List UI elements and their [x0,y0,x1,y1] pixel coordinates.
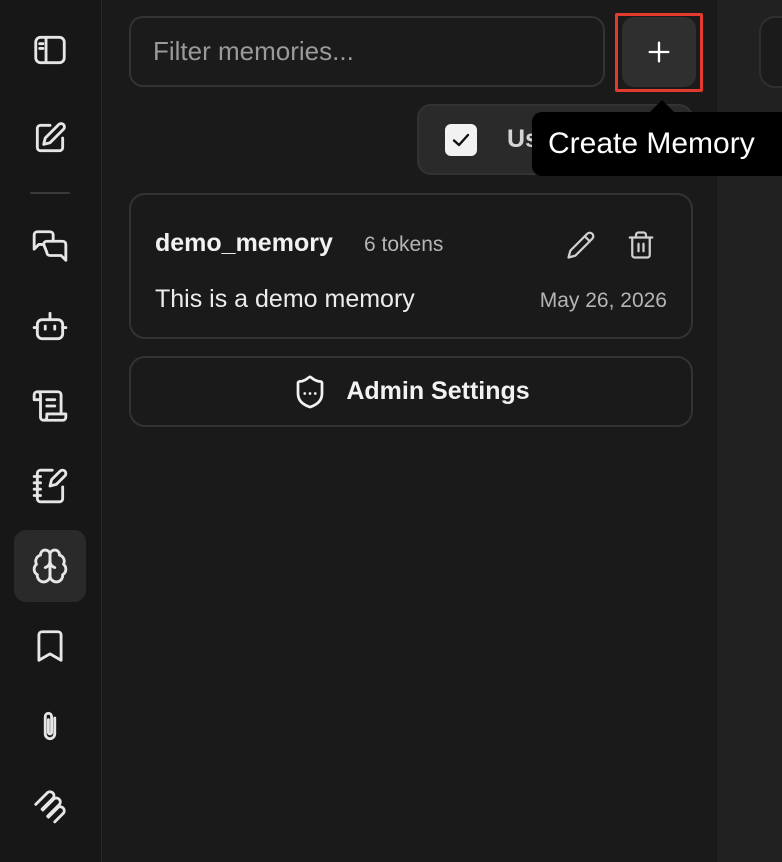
sidebar-item-bookmarks[interactable] [14,610,86,682]
mcp-icon [34,790,66,824]
admin-settings-label: Admin Settings [346,377,530,405]
sidebar-divider [30,192,70,194]
sidebar-item-notes[interactable] [14,450,86,522]
plus-icon [648,41,670,63]
chat-bubbles-icon [32,230,68,262]
pencil-icon [567,231,595,259]
edit-square-icon [35,122,66,153]
filter-memories-input[interactable] [129,16,605,87]
toggle-sidebar-button[interactable] [14,14,86,86]
memory-content: This is a demo memory [155,285,415,313]
robot-icon [32,311,68,341]
shield-icon [296,375,324,408]
tooltip-arrow [650,100,674,112]
bookmark-icon [37,630,63,662]
memory-token-count: 6 tokens [364,233,444,256]
icon-sidebar [0,0,102,862]
edit-memory-button[interactable] [561,225,601,265]
checkmark-icon [452,133,470,146]
sidebar-panel-icon [34,35,66,65]
create-memory-tooltip: Create Memory [532,112,782,176]
delete-memory-button[interactable] [621,225,661,265]
memory-card: demo_memory 6 tokens This is a demo memo… [129,193,693,339]
paperclip-icon [43,711,57,741]
new-chat-button[interactable] [14,102,86,174]
notebook-pen-icon [32,468,68,504]
trash-icon [628,231,654,259]
sidebar-item-agents[interactable] [14,290,86,362]
sidebar-item-attachments[interactable] [14,690,86,762]
chat-header-edge [759,16,782,88]
scroll-icon [32,390,68,422]
use-memory-checkbox[interactable] [445,123,477,156]
sidebar-item-memories[interactable] [14,530,86,602]
create-memory-button[interactable] [622,17,696,87]
sidebar-item-mcp[interactable] [14,770,86,842]
app: Us Create Memory demo_memory 6 tokens Th… [0,0,782,862]
memory-key: demo_memory [155,229,333,257]
admin-settings-button[interactable]: Admin Settings [129,356,693,427]
brain-icon [32,548,68,584]
sidebar-item-chats[interactable] [14,210,86,282]
memory-date: May 26, 2026 [539,289,667,312]
sidebar-item-prompts[interactable] [14,370,86,442]
